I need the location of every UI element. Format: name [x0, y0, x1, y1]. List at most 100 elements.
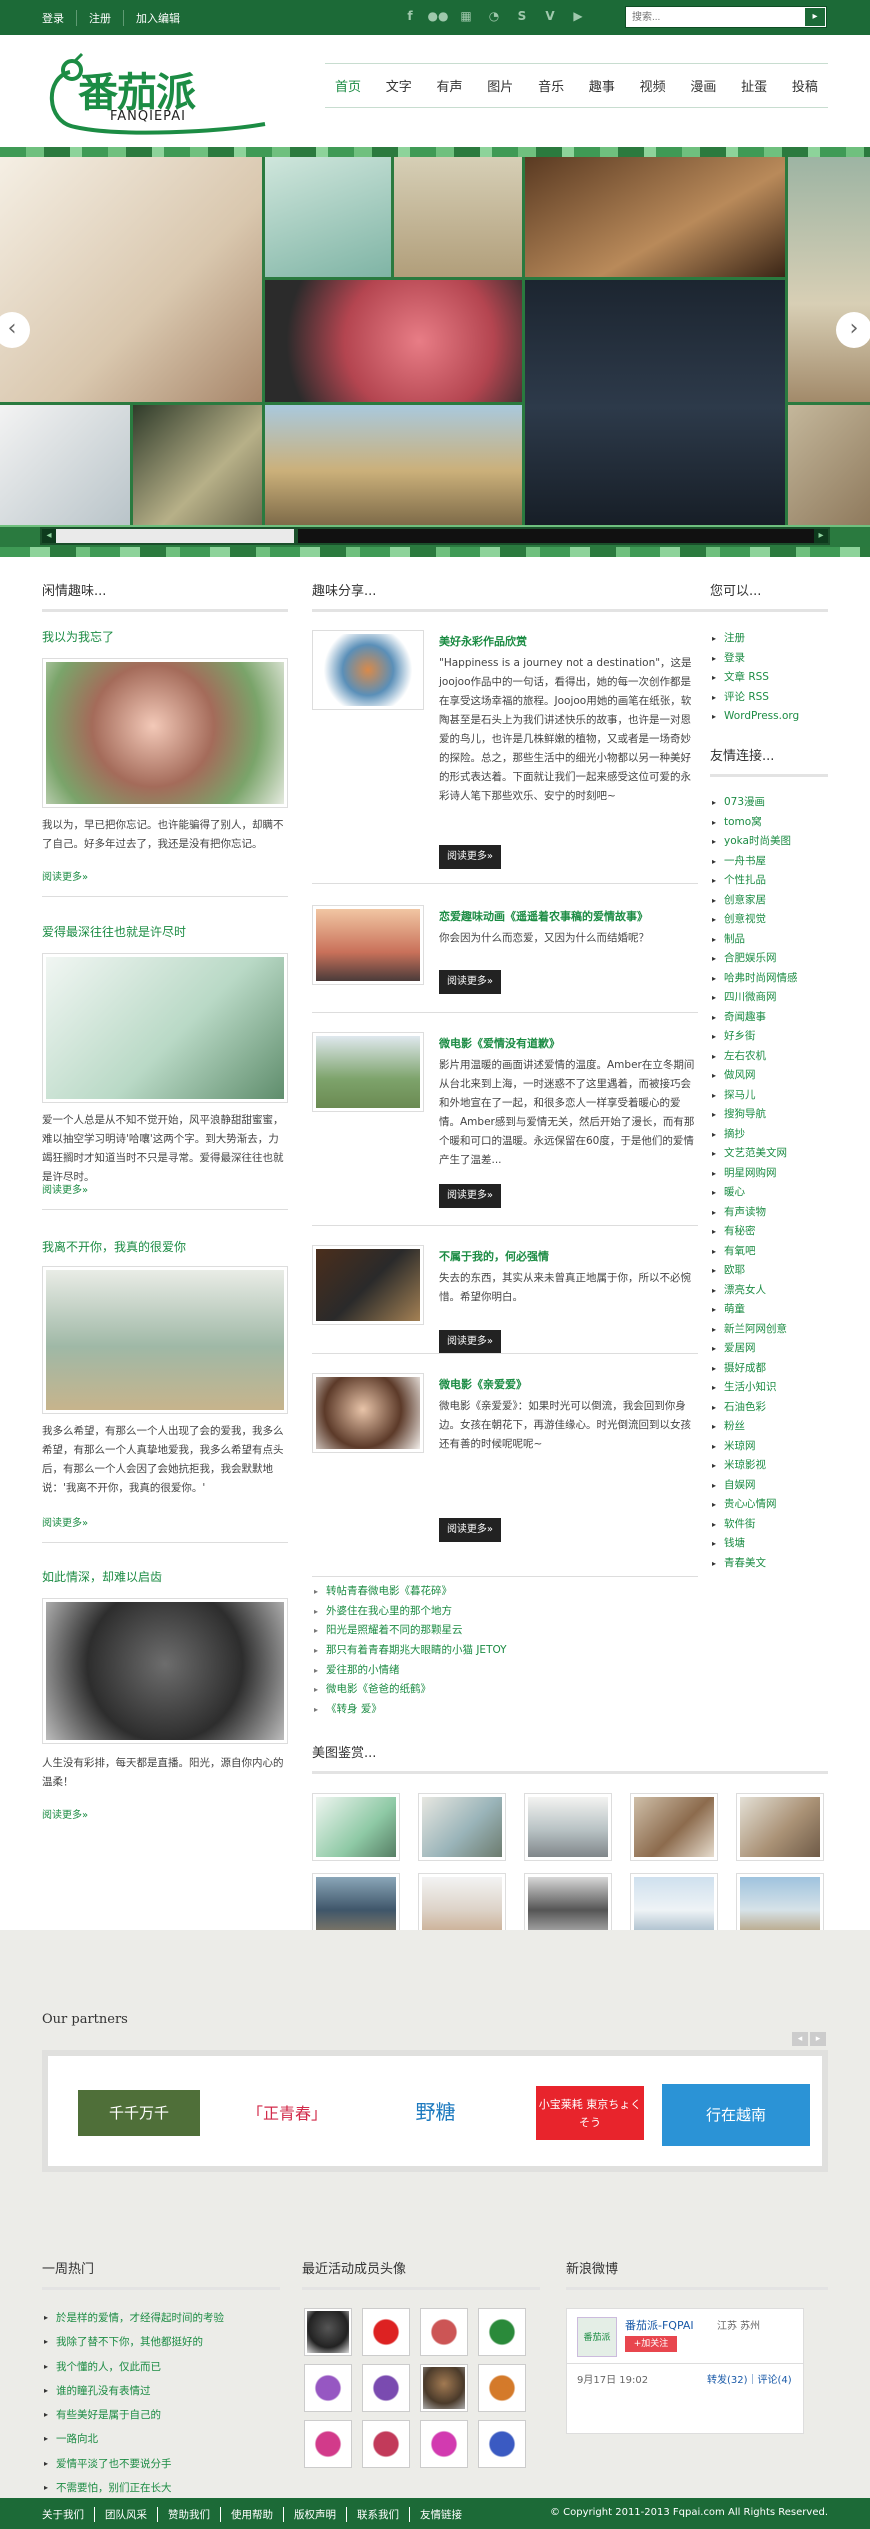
friend-link[interactable]: 钱塘 [712, 1534, 828, 1554]
friend-link[interactable]: 合肥娱乐网 [712, 949, 828, 969]
friend-link[interactable]: 暖心 [712, 1183, 828, 1203]
read-more-link[interactable]: 阅读更多» [42, 1514, 88, 1529]
weibo-avatar[interactable]: 番茄派 [577, 2317, 617, 2357]
read-more-button[interactable]: 阅读更多» [439, 1184, 501, 1208]
read-more-button[interactable]: 阅读更多» [439, 845, 501, 869]
avatar[interactable] [304, 2308, 352, 2356]
friend-link[interactable]: 粉丝 [712, 1417, 828, 1437]
friend-link[interactable]: 制品 [712, 930, 828, 950]
comments-rss-link[interactable]: 评论 RSS [712, 688, 828, 708]
sponsor-link[interactable]: 赞助我们 [158, 2507, 221, 2522]
partner-logo[interactable]: 「正青春」 [224, 2096, 350, 2132]
weibo-follow-button[interactable]: +加关注 [625, 2336, 677, 2352]
nav-item-music[interactable]: 音乐 [538, 76, 564, 95]
friend-link[interactable]: 做风网 [712, 1066, 828, 1086]
avatar[interactable] [304, 2420, 352, 2468]
friend-link[interactable]: 爱居网 [712, 1339, 828, 1359]
nav-item-comics[interactable]: 漫画 [690, 76, 716, 95]
read-more-button[interactable]: 阅读更多» [439, 1330, 501, 1354]
friend-link[interactable]: 有声读物 [712, 1203, 828, 1223]
share-thumb[interactable] [312, 1245, 424, 1325]
vimeo-icon[interactable]: V [542, 7, 558, 25]
partner-logo[interactable]: 千千万千 [78, 2090, 200, 2136]
post-title[interactable]: 我离不开你，我真的很爱你 [42, 1238, 288, 1255]
friend-link[interactable]: 新兰阿网创意 [712, 1320, 828, 1340]
post-image[interactable] [42, 658, 288, 808]
friend-link[interactable]: 好乡街 [712, 1027, 828, 1047]
list-item[interactable]: 微电影《爸爸的纸鹤》 [312, 1680, 702, 1700]
avatar[interactable] [478, 2308, 526, 2356]
friend-link[interactable]: 软件街 [712, 1515, 828, 1535]
nav-item-video[interactable]: 视频 [640, 76, 666, 95]
friend-link[interactable]: 漂亮女人 [712, 1281, 828, 1301]
read-more-link[interactable]: 阅读更多» [42, 868, 88, 883]
weibo-name[interactable]: 番茄派-FQPAI [625, 2317, 694, 2333]
share-title[interactable]: 不属于我的，何必强情 [439, 1248, 549, 1264]
friend-link[interactable]: 文艺范美文网 [712, 1144, 828, 1164]
avatar[interactable] [420, 2420, 468, 2468]
post-image[interactable] [42, 1266, 288, 1414]
share-title[interactable]: 恋爱趣味动画《遥遥着农事稿的爱情故事》 [439, 908, 648, 924]
list-item[interactable]: 《转身 爱》 [312, 1700, 702, 1720]
search-input[interactable] [626, 7, 796, 27]
read-more-link[interactable]: 阅读更多» [42, 1181, 88, 1196]
delicious-icon[interactable]: ▦ [458, 7, 474, 25]
avatar[interactable] [420, 2308, 468, 2356]
read-more-link[interactable]: 阅读更多» [42, 1806, 88, 1821]
register-link[interactable]: 注册 [712, 629, 828, 649]
register-link[interactable]: 注册 [77, 10, 124, 26]
gallery-thumb[interactable] [524, 1793, 612, 1861]
partners-prev-button[interactable]: ◂ [792, 2032, 808, 2046]
post-image[interactable] [42, 953, 288, 1103]
contact-link[interactable]: 联系我们 [347, 2507, 410, 2522]
friend-link[interactable]: 哈弗时尚网情感 [712, 969, 828, 989]
avatar[interactable] [478, 2364, 526, 2412]
entries-rss-link[interactable]: 文章 RSS [712, 668, 828, 688]
nav-item-chatter[interactable]: 扯蛋 [741, 76, 767, 95]
nav-item-audio[interactable]: 有声 [437, 76, 463, 95]
partners-next-button[interactable]: ▸ [810, 2032, 826, 2046]
share-thumb[interactable] [312, 630, 424, 710]
help-link[interactable]: 使用帮助 [221, 2507, 284, 2522]
friend-link[interactable]: yoka时尚美图 [712, 832, 828, 852]
nav-item-text[interactable]: 文字 [386, 76, 412, 95]
partner-logo[interactable]: 小宝莱耗 東京ちょくそう [536, 2086, 644, 2140]
list-item[interactable]: 阳光是照耀着不同的那颗星云 [312, 1621, 702, 1641]
gallery-thumb[interactable] [630, 1793, 718, 1861]
strip-next-icon[interactable]: ▸ [814, 529, 828, 543]
nav-item-submit[interactable]: 投稿 [792, 76, 818, 95]
avatar[interactable] [478, 2420, 526, 2468]
share-title[interactable]: 美好永彩作品欣赏 [439, 633, 527, 649]
gallery-thumb[interactable] [418, 1793, 506, 1861]
list-item[interactable]: 有些美好是属于自己的 [42, 2403, 280, 2428]
about-link[interactable]: 关于我们 [42, 2507, 95, 2522]
friend-link[interactable]: 生活小知识 [712, 1378, 828, 1398]
facebook-icon[interactable]: f [402, 7, 418, 25]
friend-link[interactable]: 米琼影视 [712, 1456, 828, 1476]
list-item[interactable]: 谁的瞳孔没有表情过 [42, 2379, 280, 2404]
friend-link[interactable]: 一舟书屋 [712, 852, 828, 872]
nav-item-images[interactable]: 图片 [487, 76, 513, 95]
share-title[interactable]: 微电影《爱情没有道歉》 [439, 1035, 560, 1051]
nav-item-home[interactable]: 首页 [335, 76, 361, 95]
partner-logo[interactable]: 行在越南 [662, 2084, 810, 2146]
friend-link[interactable]: 欧耶 [712, 1261, 828, 1281]
slider-next-button[interactable]: › [836, 312, 870, 348]
friend-link[interactable]: 创意家居 [712, 891, 828, 911]
friend-link[interactable]: 有秘密 [712, 1222, 828, 1242]
flickr-icon[interactable]: ●● [428, 7, 449, 25]
gallery-thumb[interactable] [312, 1793, 400, 1861]
list-item[interactable]: 於是样的爱情，才经得起时间的考验 [42, 2306, 280, 2331]
post-title[interactable]: 爱得最深往往也就是许尽时 [42, 923, 288, 940]
friend-link[interactable]: 073漫画 [712, 793, 828, 813]
read-more-button[interactable]: 阅读更多» [439, 970, 501, 994]
avatar[interactable] [304, 2364, 352, 2412]
post-title[interactable]: 如此情深，却难以启齿 [42, 1568, 288, 1585]
friend-link[interactable]: 左右农机 [712, 1047, 828, 1067]
friend-link[interactable]: 搜狗导航 [712, 1105, 828, 1125]
rss-icon[interactable]: ◔ [486, 7, 502, 25]
list-item[interactable]: 外婆住在我心里的那个地方 [312, 1602, 702, 1622]
share-thumb[interactable] [312, 1373, 424, 1453]
friend-link[interactable]: 奇闻趣事 [712, 1008, 828, 1028]
avatar[interactable] [362, 2420, 410, 2468]
